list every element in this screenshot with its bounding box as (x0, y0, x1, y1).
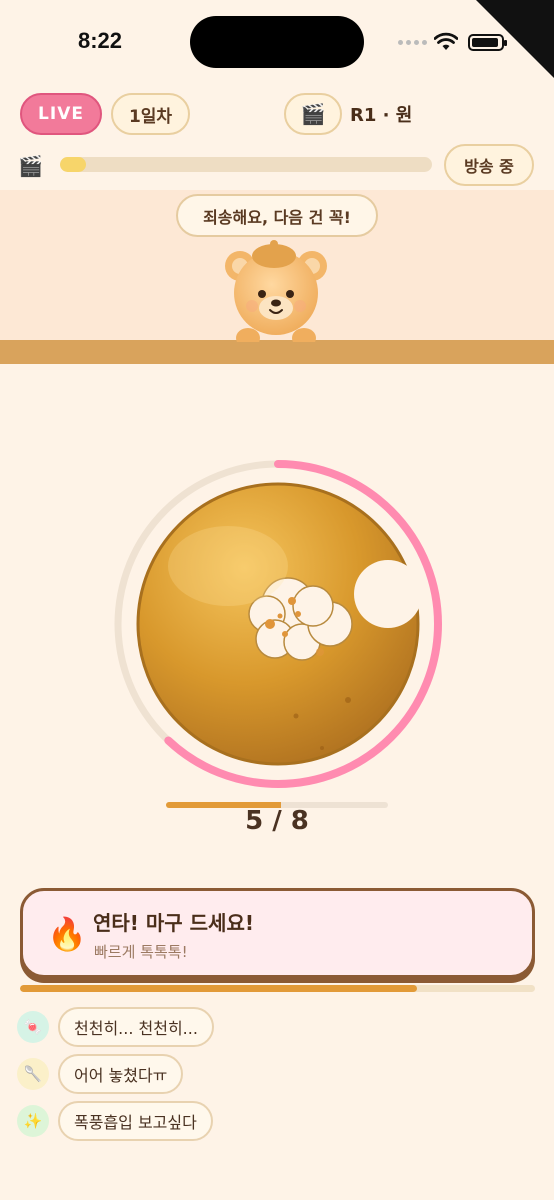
onair-badge[interactable]: 방송 중 (444, 144, 534, 186)
food-bowl[interactable] (110, 456, 446, 792)
bite-mark (354, 560, 422, 628)
chat-bubble: 폭풍흡입 보고싶다 (58, 1101, 213, 1141)
spoon-icon: 🥄 (17, 1058, 49, 1090)
fire-icon: 🔥 (47, 915, 87, 953)
live-badge: LIVE (20, 93, 102, 135)
broadcast-progress (60, 157, 432, 172)
wifi-icon (434, 32, 458, 50)
clapperboard-icon: 🎬 (300, 102, 326, 126)
round-label: R1 · 원 (350, 105, 413, 126)
hint-card: 🔥 연타! 마구 드세요! 빠르게 톡톡톡! (20, 888, 535, 978)
round-button[interactable]: 🎬 (284, 93, 342, 135)
day-badge: 1일차 (111, 93, 190, 135)
status-bar: 8:22 (0, 0, 554, 80)
sparkle-icon: ✨ (17, 1105, 49, 1137)
chat-bubble: 어어 놓쳤다ㅠ (58, 1054, 184, 1094)
corner-flap (476, 0, 554, 78)
broadcast-progress-fill (60, 157, 87, 172)
clapperboard-icon: 🎬 (18, 154, 43, 178)
bite-counter: 5 / 8 (245, 806, 309, 836)
candy-icon: 🍬 (17, 1011, 49, 1043)
speech-bubble: 죄송해요, 다음 건 꼭! (176, 194, 378, 237)
camera-notch (190, 16, 364, 68)
clock-time: 8:22 (78, 28, 123, 53)
bear-mascot (225, 240, 327, 342)
hint-timer-fill (20, 985, 417, 992)
cellular-signal-icon (398, 40, 427, 45)
hint-subtitle: 빠르게 톡톡톡! (94, 943, 188, 961)
chat-bubble: 천천히... 천천히... (58, 1007, 214, 1047)
hint-timer (20, 985, 535, 992)
hint-title: 연타! 마구 드세요! (93, 911, 254, 935)
stage-shelf (0, 340, 554, 364)
